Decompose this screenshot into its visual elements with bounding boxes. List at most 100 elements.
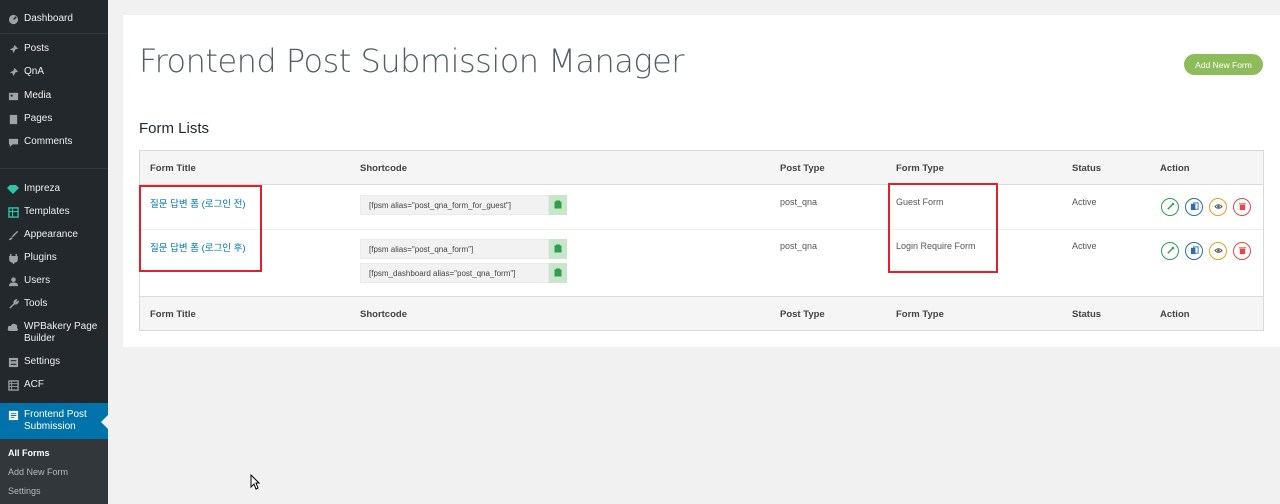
header-form-title: Form Title	[150, 163, 196, 174]
section-title: Form Lists	[139, 120, 210, 137]
menu-wpbakery[interactable]: WPBakery Page Builder	[0, 321, 108, 345]
clipboard-icon	[554, 240, 562, 258]
menu-impreza[interactable]: Impreza	[0, 183, 108, 195]
shortcode-field[interactable]: [fpsm alias="post_qna_form"]	[360, 239, 549, 259]
menu-label: WPBakery Page Builder	[24, 321, 98, 344]
menu-label: Appearance	[24, 229, 78, 240]
menu-frontend-post-submission[interactable]: Frontend Post Submission	[0, 409, 108, 433]
table-icon	[7, 206, 19, 218]
footer-action: Action	[1160, 309, 1190, 320]
grid-icon	[7, 379, 19, 391]
menu-qna[interactable]: QnA	[0, 66, 108, 78]
row-divider	[140, 229, 1263, 230]
trash-icon	[1238, 242, 1247, 260]
submenu-all-forms[interactable]: All Forms	[8, 448, 50, 458]
highlight-box-form-titles	[139, 185, 262, 272]
brush-icon	[7, 229, 19, 241]
pencil-icon	[1166, 242, 1175, 260]
menu-media[interactable]: Media	[0, 90, 108, 102]
copy-shortcode-button[interactable]	[549, 263, 567, 283]
highlight-box-form-types	[888, 183, 998, 273]
cloud-icon	[7, 321, 19, 333]
submenu-settings[interactable]: Settings	[8, 486, 41, 496]
header-form-type: Form Type	[896, 163, 944, 174]
mouse-cursor-icon	[250, 473, 261, 495]
header-action: Action	[1160, 163, 1190, 174]
edit-button[interactable]	[1161, 198, 1179, 216]
menu-label: Frontend Post Submission	[24, 409, 87, 432]
table-header: Form Title Shortcode Post Type Form Type…	[140, 151, 1263, 185]
copy-shortcode-button[interactable]	[549, 239, 567, 259]
page-icon	[7, 113, 19, 125]
trash-icon	[1238, 198, 1247, 216]
eye-icon	[1213, 198, 1223, 216]
post-type-cell: post_qna	[780, 241, 818, 251]
pin-icon	[7, 43, 19, 55]
menu-label: Dashboard	[24, 13, 73, 24]
menu-label: Users	[24, 275, 51, 286]
delete-button[interactable]	[1233, 242, 1251, 260]
footer-shortcode: Shortcode	[360, 309, 407, 320]
menu-label: Plugins	[24, 252, 57, 263]
menu-label: Impreza	[24, 183, 61, 194]
menu-label: Comments	[24, 136, 73, 147]
footer-status: Status	[1072, 309, 1102, 320]
menu-separator	[0, 33, 108, 34]
post-type-cell: post_qna	[780, 197, 818, 207]
submenu-add-new-form[interactable]: Add New Form	[8, 467, 68, 477]
menu-templates[interactable]: Templates	[0, 206, 108, 218]
user-icon	[7, 275, 19, 287]
add-new-form-button[interactable]: Add New Form	[1184, 54, 1263, 75]
eye-icon	[1213, 242, 1223, 260]
menu-label: Settings	[24, 356, 61, 367]
status-cell: Active	[1072, 197, 1097, 207]
menu-pages[interactable]: Pages	[0, 113, 108, 125]
menu-appearance[interactable]: Appearance	[0, 229, 108, 241]
menu-label: Pages	[24, 113, 53, 124]
footer-form-title: Form Title	[150, 309, 196, 320]
copy-form-button[interactable]	[1185, 242, 1203, 260]
footer-form-type: Form Type	[896, 309, 944, 320]
menu-settings[interactable]: Settings	[0, 356, 108, 368]
menu-posts[interactable]: Posts	[0, 43, 108, 55]
menu-users[interactable]: Users	[0, 275, 108, 287]
shortcode-field[interactable]: [fpsm_dashboard alias="post_qna_form"]	[360, 263, 549, 283]
menu-comments[interactable]: Comments	[0, 136, 108, 148]
page-title: Frontend Post Submission Manager	[139, 42, 684, 80]
header-post-type: Post Type	[780, 163, 825, 174]
menu-acf[interactable]: ACF	[0, 379, 108, 391]
copy-shortcode-button[interactable]	[549, 195, 567, 215]
pin-icon	[7, 66, 19, 78]
copy-icon	[1190, 242, 1199, 260]
footer-post-type: Post Type	[780, 309, 825, 320]
menu-label: Media	[24, 90, 52, 101]
shortcode-field[interactable]: [fpsm alias="post_qna_form_for_guest"]	[360, 195, 549, 215]
media-icon	[7, 90, 19, 102]
edit-button[interactable]	[1161, 242, 1179, 260]
pencil-icon	[1166, 198, 1175, 216]
menu-label: QnA	[24, 66, 45, 77]
clipboard-icon	[554, 196, 562, 214]
header-status: Status	[1072, 163, 1102, 174]
menu-plugins[interactable]: Plugins	[0, 252, 108, 264]
form-list-table: Form Title Shortcode Post Type Form Type…	[139, 150, 1264, 331]
delete-button[interactable]	[1233, 198, 1251, 216]
preview-button[interactable]	[1209, 242, 1227, 260]
form-icon	[7, 409, 19, 421]
menu-separator	[0, 168, 108, 169]
header-shortcode: Shortcode	[360, 163, 407, 174]
menu-label: ACF	[24, 379, 44, 390]
menu-dashboard[interactable]: Dashboard	[0, 13, 108, 25]
menu-label: Posts	[24, 43, 50, 54]
status-cell: Active	[1072, 241, 1097, 251]
menu-label: Templates	[24, 206, 70, 217]
copy-icon	[1190, 198, 1199, 216]
copy-form-button[interactable]	[1185, 198, 1203, 216]
table-footer: Form Title Shortcode Post Type Form Type…	[140, 296, 1263, 330]
preview-button[interactable]	[1209, 198, 1227, 216]
wrench-icon	[7, 298, 19, 310]
settings-icon	[7, 356, 19, 368]
menu-label: Tools	[24, 298, 48, 309]
menu-tools[interactable]: Tools	[0, 298, 108, 310]
diamond-icon	[7, 183, 19, 195]
